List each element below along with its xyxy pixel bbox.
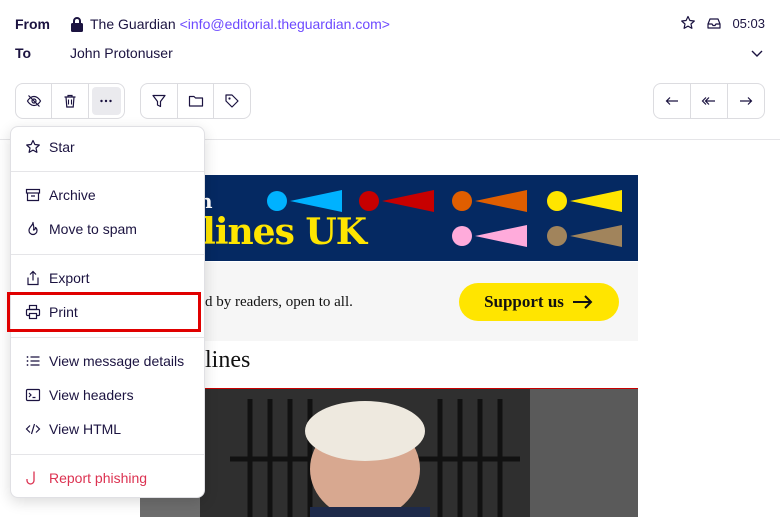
mark-unread-button[interactable]	[16, 84, 53, 118]
menu-item-view-html[interactable]: View HTML	[11, 414, 204, 444]
menu-divider	[11, 254, 204, 255]
support-us-button[interactable]: Support us	[459, 283, 619, 321]
message-time: 05:03	[732, 15, 765, 31]
fire-icon	[25, 221, 41, 237]
recipient-name[interactable]: John Protonuser	[70, 45, 173, 61]
more-button[interactable]	[91, 87, 121, 115]
reply-group	[653, 83, 765, 119]
reply-all-icon	[701, 93, 717, 109]
menu-item-export[interactable]: Export	[11, 263, 204, 293]
guardian-banner: ardian tadlines UK	[140, 175, 638, 261]
forward-icon	[738, 93, 754, 109]
menu-item-view-message-details[interactable]: View message details	[11, 346, 204, 376]
inbox-icon	[706, 15, 722, 31]
to-row: To John Protonuser	[15, 45, 765, 61]
banner-shapes-icon	[267, 190, 622, 247]
section-heading: lines	[205, 347, 251, 373]
hook-icon	[25, 470, 41, 486]
from-label: From	[15, 16, 50, 32]
menu-item-star[interactable]: Star	[11, 132, 204, 162]
menu-item-label: Export	[49, 270, 90, 286]
delete-button[interactable]	[52, 84, 89, 118]
sender-email[interactable]: <info@editorial.theguardian.com>	[180, 16, 390, 32]
move-to-folder-button[interactable]	[178, 84, 215, 118]
message-actions-group	[15, 83, 125, 119]
eye-slash-icon	[26, 93, 42, 109]
trash-icon	[62, 93, 78, 109]
to-label: To	[15, 45, 32, 61]
menu-item-label: Report phishing	[49, 470, 148, 486]
support-us-label: Support us	[484, 292, 564, 311]
star-icon[interactable]	[680, 15, 696, 31]
menu-item-move-to-spam[interactable]: Move to spam	[11, 214, 204, 244]
lock-icon	[70, 16, 84, 32]
chevron-down-icon[interactable]	[751, 50, 763, 58]
menu-item-label: View HTML	[49, 421, 122, 437]
reply-all-button[interactable]	[691, 84, 728, 118]
organize-group	[140, 83, 251, 119]
menu-divider	[11, 337, 204, 338]
reply-button[interactable]	[654, 84, 691, 118]
from-row: From The Guardian <info@editorial.thegua…	[15, 16, 765, 32]
terminal-icon	[25, 387, 41, 403]
code-icon	[25, 421, 41, 437]
menu-item-label: Star	[49, 139, 75, 155]
list-icon	[25, 353, 41, 369]
ellipsis-icon	[98, 93, 114, 109]
label-button[interactable]	[214, 84, 250, 118]
archive-icon	[25, 187, 41, 203]
arrow-right-icon	[572, 294, 594, 310]
article-photo[interactable]	[140, 389, 638, 517]
reply-icon	[664, 93, 680, 109]
filter-button[interactable]	[141, 84, 178, 118]
folder-icon	[188, 93, 204, 109]
menu-divider	[11, 454, 204, 455]
export-icon	[25, 270, 41, 286]
print-highlight-box	[7, 292, 201, 332]
menu-item-label: Archive	[49, 187, 96, 203]
support-text: d by readers, open to all.	[205, 294, 353, 310]
menu-item-report-phishing[interactable]: Report phishing	[11, 463, 204, 493]
menu-divider	[11, 171, 204, 172]
tag-icon	[224, 93, 240, 109]
filter-icon	[151, 93, 167, 109]
menu-item-label: View message details	[49, 353, 185, 369]
message-meta: 05:03	[680, 15, 765, 31]
menu-item-label: Move to spam	[49, 221, 137, 237]
photo-image-icon	[140, 389, 638, 517]
menu-item-archive[interactable]: Archive	[11, 180, 204, 210]
forward-button[interactable]	[728, 84, 764, 118]
sender-name[interactable]: The Guardian	[90, 16, 176, 32]
menu-item-view-headers[interactable]: View headers	[11, 380, 204, 410]
star-icon	[25, 139, 41, 155]
menu-item-label: View headers	[49, 387, 134, 403]
